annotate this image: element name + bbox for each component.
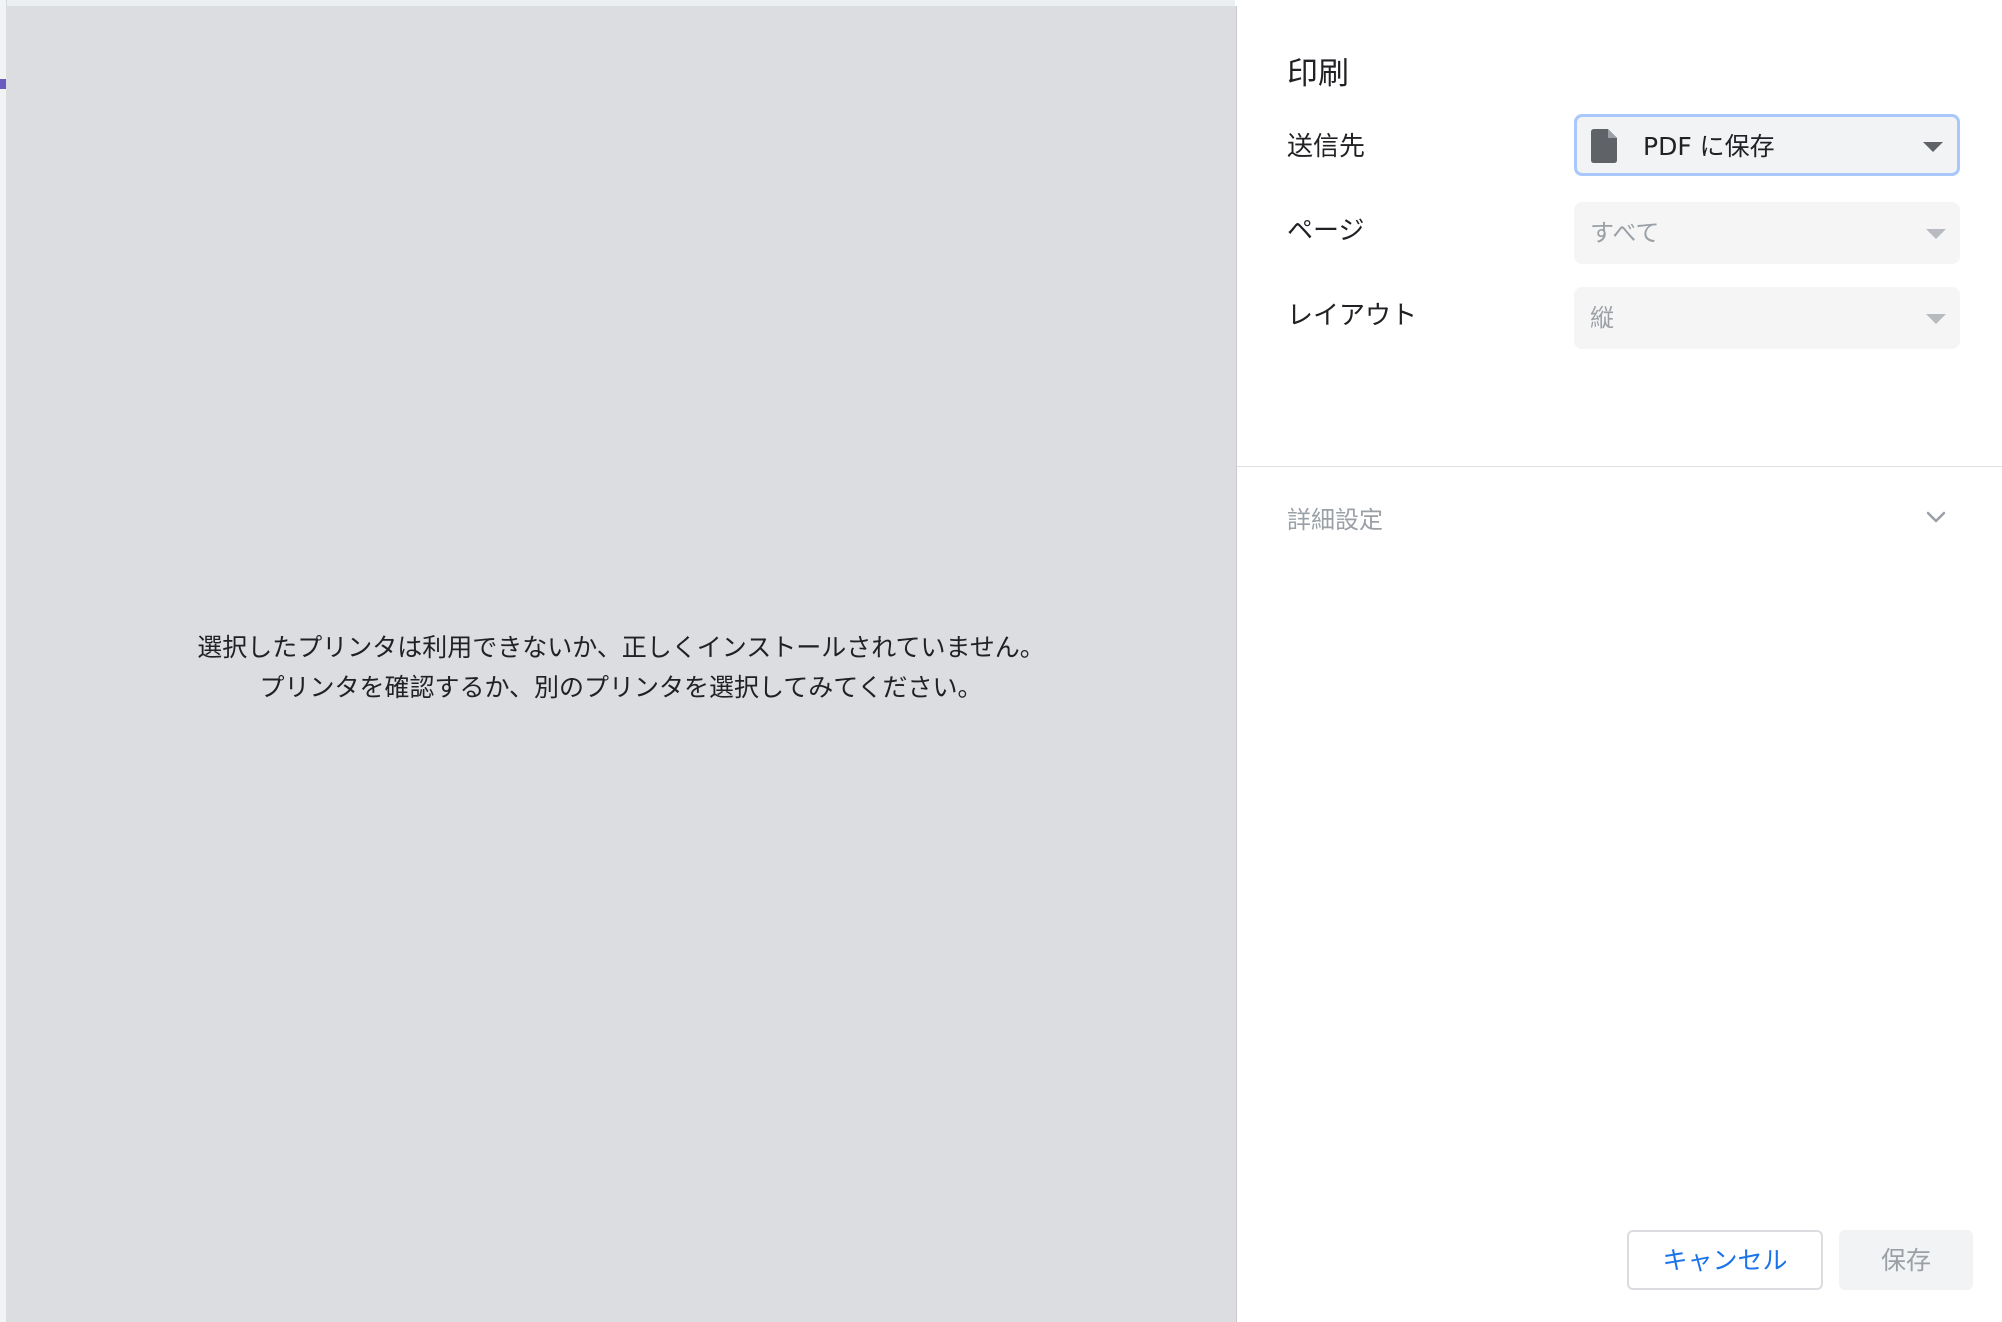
pages-value: すべて (1590, 219, 1660, 247)
save-button[interactable]: 保存 (1839, 1230, 1973, 1290)
section-divider (1237, 466, 2002, 467)
print-settings-panel: 印刷 送信先 PDF に保存 ページ すべて レイアウト 縦 詳細設定 キャンセ… (1237, 6, 2002, 1322)
file-icon (1591, 129, 1617, 163)
advanced-settings-toggle[interactable]: 詳細設定 (1287, 500, 1383, 535)
expand-chevron-icon[interactable] (1925, 506, 1947, 528)
message-line-2: プリンタを確認するか、別のプリンタを選択してみてください。 (259, 673, 983, 702)
print-preview-area: 選択したプリンタは利用できないか、正しくインストールされていません。 プリンタを… (6, 6, 1237, 1322)
pages-label: ページ (1287, 216, 1365, 246)
layout-label: レイアウト (1287, 301, 1418, 331)
message-line-1: 選択したプリンタは利用できないか、正しくインストールされていません。 (197, 633, 1045, 662)
pages-select[interactable]: すべて (1574, 202, 1960, 264)
layout-value: 縦 (1590, 304, 1614, 332)
chevron-down-icon (1923, 142, 1943, 152)
chevron-down-icon (1926, 314, 1946, 324)
layout-select[interactable]: 縦 (1574, 287, 1960, 349)
destination-select[interactable]: PDF に保存 (1574, 114, 1960, 176)
cancel-button[interactable]: キャンセル (1627, 1230, 1823, 1290)
printer-unavailable-message: 選択したプリンタは利用できないか、正しくインストールされていません。 プリンタを… (6, 628, 1236, 708)
chevron-down-icon (1926, 229, 1946, 239)
destination-label: 送信先 (1287, 132, 1366, 162)
destination-value: PDF に保存 (1643, 132, 1775, 161)
panel-title: 印刷 (1287, 56, 1349, 92)
